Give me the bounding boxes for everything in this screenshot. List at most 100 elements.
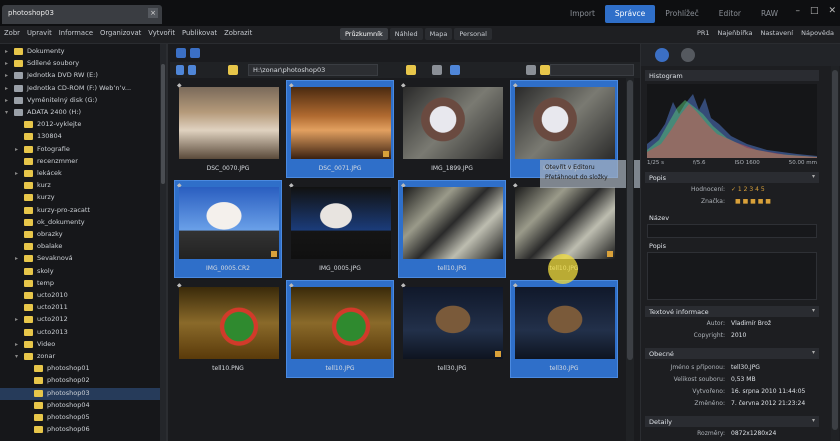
chevron-right-icon[interactable]: ▸: [5, 85, 11, 92]
document-tab[interactable]: photoshop03 ×: [2, 5, 162, 24]
thumbnail-item[interactable]: ◆tell10.JPG: [286, 280, 394, 378]
chevron-right-icon[interactable]: ▸: [15, 255, 21, 262]
tree-item[interactable]: ucto2011: [0, 302, 160, 314]
help-button[interactable]: Nápověda: [801, 29, 834, 37]
tree-item[interactable]: ▸ lekácek: [0, 168, 160, 180]
info-scrollbar[interactable]: [831, 66, 839, 441]
tree-item[interactable]: photoshop01: [0, 363, 160, 375]
rating-value[interactable]: ✓ 1 2 3 4 5: [731, 186, 765, 193]
chevron-right-icon[interactable]: ▸: [15, 341, 21, 348]
menu-item-edit[interactable]: Upravit: [27, 29, 52, 37]
tree-item[interactable]: kurzy-pro-zacatt: [0, 205, 160, 217]
tree-item[interactable]: photoshop06: [0, 424, 160, 436]
tree-item[interactable]: ▾ ADATA 2400 (H:): [0, 107, 160, 119]
thumbnail-item[interactable]: ◆ IMG_0005.CR2: [174, 180, 282, 278]
menu-item-view[interactable]: Zobrazit: [224, 29, 252, 37]
section-histogram[interactable]: Histogram: [645, 70, 819, 81]
chevron-right-icon[interactable]: ▸: [5, 48, 11, 55]
preview-view-button[interactable]: Náhled: [389, 28, 423, 40]
tree-item[interactable]: ▸ Dokumenty: [0, 46, 160, 58]
section-general[interactable]: Obecné ▾: [645, 348, 819, 359]
grid-scrollbar[interactable]: [626, 78, 634, 441]
tree-item[interactable]: ▸ Sevaknová: [0, 253, 160, 265]
thumbnail-item[interactable]: ◆ DSC_0070.JPG: [174, 80, 282, 178]
info-scrollbar-thumb[interactable]: [832, 70, 838, 430]
close-tab-icon[interactable]: ×: [148, 8, 158, 18]
tree-item[interactable]: obalake: [0, 241, 160, 253]
personal-view-button[interactable]: Personal: [454, 28, 492, 40]
folder-up-icon[interactable]: [228, 65, 238, 75]
copyright-value[interactable]: 2010: [731, 332, 746, 339]
tree-item[interactable]: kurz: [0, 180, 160, 192]
mode-tab-raw[interactable]: RAW: [751, 5, 788, 23]
tree-item[interactable]: temp: [0, 278, 160, 290]
thumbnail-item[interactable]: ◆ IMG_0005.JPG: [286, 180, 394, 278]
tree-item[interactable]: ▸ Vyměnitelný disk (G:): [0, 95, 160, 107]
settings-button[interactable]: Nastavení: [761, 29, 794, 37]
tree-item[interactable]: ▸ Jednotka CD-ROM (F:) Web’n’v...: [0, 83, 160, 95]
maximize-icon[interactable]: □: [810, 6, 819, 16]
tree-item[interactable]: ▸ Fotografie: [0, 144, 160, 156]
chevron-right-icon[interactable]: ▸: [5, 72, 11, 79]
tree-item[interactable]: photoshop04: [0, 400, 160, 412]
color-label-icons[interactable]: ■ ■ ■ ■ ■: [735, 198, 771, 205]
tree-item[interactable]: ok_dokumenty: [0, 217, 160, 229]
tree-item[interactable]: photoshop02: [0, 375, 160, 387]
tree-item[interactable]: ▸ Jednotka DVD RW (E:): [0, 70, 160, 82]
back-arrow-icon[interactable]: [176, 65, 184, 75]
mode-tab-manager[interactable]: Správce: [604, 5, 656, 23]
menu-item-publish[interactable]: Publikovat: [182, 29, 217, 37]
explorer-view-button[interactable]: Průzkumník: [340, 28, 388, 40]
tree-item[interactable]: obrazky: [0, 229, 160, 241]
tree-item[interactable]: ucto2010: [0, 290, 160, 302]
tree-item[interactable]: kurzy: [0, 192, 160, 204]
thumbnail-item[interactable]: ◆ tell30.JPG: [510, 280, 618, 378]
title-input[interactable]: [647, 224, 817, 238]
menu-item-info[interactable]: Informace: [59, 29, 93, 37]
search-filter-button[interactable]: Najeňbířka: [718, 29, 753, 37]
tree-item[interactable]: ▸ Sdílené soubory: [0, 58, 160, 70]
favorite-folder-icon[interactable]: [406, 65, 416, 75]
tree-scrollbar-thumb[interactable]: [161, 64, 165, 184]
tree-item[interactable]: photoshop05: [0, 412, 160, 424]
thumbnail-item[interactable]: ◆tell10.JPG: [398, 180, 506, 278]
map-view-button[interactable]: Mapa: [424, 28, 453, 40]
folder-icon[interactable]: [540, 65, 550, 75]
mode-tab-import[interactable]: Import: [560, 5, 605, 23]
chevron-right-icon[interactable]: ▸: [15, 170, 21, 177]
menu-item-organize[interactable]: Organizovat: [100, 29, 141, 37]
thumbnail-item[interactable]: ◆ tell30.JPG: [398, 280, 506, 378]
chevron-down-icon[interactable]: ▾: [5, 109, 11, 116]
thumbnail-item[interactable]: ◆ tell10.PNG: [174, 280, 282, 378]
menu-item-file[interactable]: Zobr: [4, 29, 20, 37]
tree-scrollbar[interactable]: [160, 44, 166, 441]
info-tab-icon[interactable]: [655, 48, 669, 62]
grid-view-icon[interactable]: [176, 48, 186, 58]
section-text-info[interactable]: Textové informace ▾: [645, 306, 819, 317]
tree-item[interactable]: recenzmmer: [0, 156, 160, 168]
thumbnail-item[interactable]: ◆ DSC_0071.JPG: [286, 80, 394, 178]
sort-icon[interactable]: [432, 65, 442, 75]
path-field[interactable]: H:\zonar\photoshop03: [248, 64, 378, 76]
tree-item[interactable]: skoly: [0, 266, 160, 278]
thumbnail-item[interactable]: ◆IMG_1899.JPG: [398, 80, 506, 178]
tree-item[interactable]: 2012-vyklejte: [0, 119, 160, 131]
tree-item[interactable]: ▸ ucto2012: [0, 314, 160, 326]
tree-item[interactable]: 130804: [0, 131, 160, 143]
section-details[interactable]: Detaily ▾: [645, 416, 819, 427]
minimize-icon[interactable]: –: [795, 6, 800, 16]
search-input[interactable]: [550, 64, 634, 76]
mode-tab-editor[interactable]: Editor: [709, 5, 751, 23]
chevron-right-icon[interactable]: ▸: [5, 60, 11, 67]
chevron-down-icon[interactable]: ▾: [15, 353, 21, 360]
filter-icon[interactable]: [526, 65, 536, 75]
tree-item[interactable]: ▾ zonar: [0, 351, 160, 363]
author-value[interactable]: Vladimír Brož: [731, 320, 771, 327]
settings-tab-icon[interactable]: [681, 48, 695, 62]
description-input[interactable]: [647, 252, 817, 300]
chevron-right-icon[interactable]: ▸: [5, 97, 11, 104]
chevron-right-icon[interactable]: ▸: [15, 146, 21, 153]
pr1-label[interactable]: PR1: [697, 29, 710, 37]
menu-item-create[interactable]: Vytvořit: [148, 29, 175, 37]
chevron-right-icon[interactable]: ▸: [15, 316, 21, 323]
